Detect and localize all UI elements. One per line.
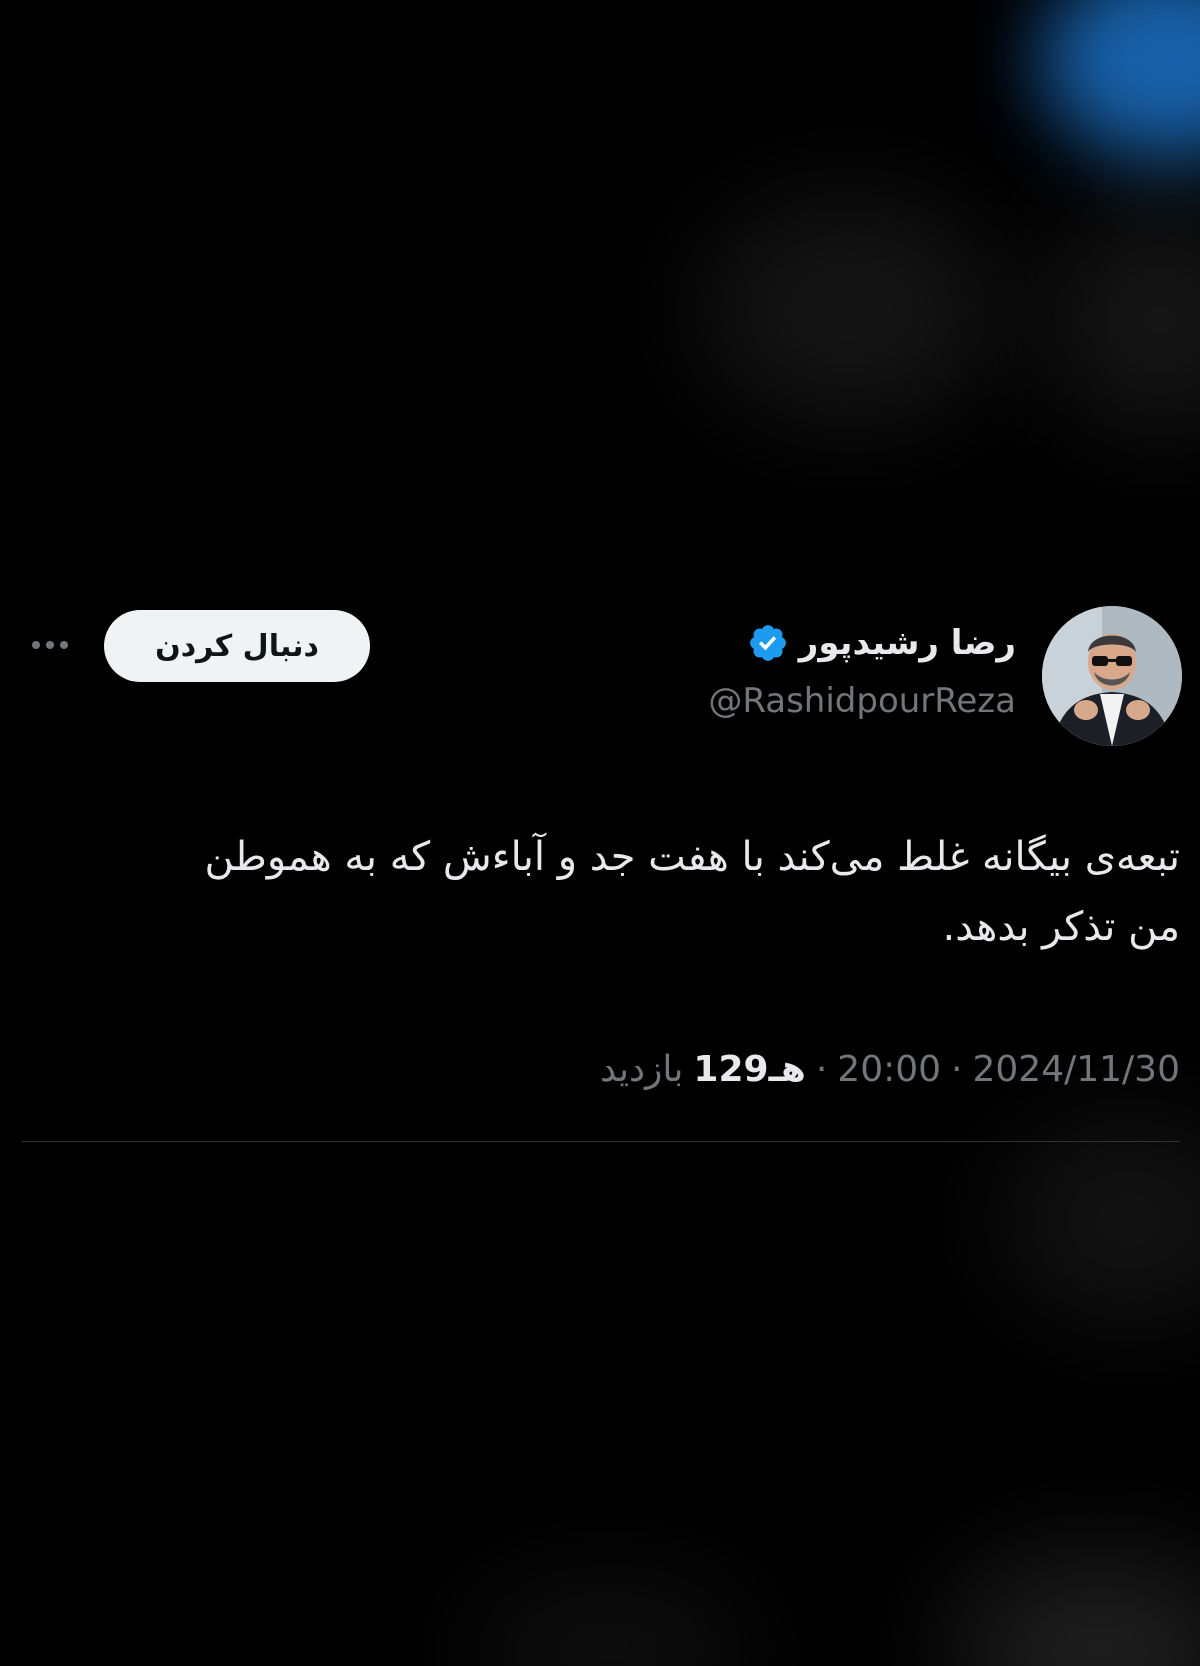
dot — [60, 641, 68, 649]
meta-separator: · — [815, 1049, 828, 1090]
tweet-date[interactable]: 2024/11/30 — [973, 1052, 1181, 1088]
divider — [22, 1141, 1180, 1142]
meta-separator: · — [951, 1049, 963, 1090]
verified-badge-icon — [749, 625, 786, 661]
tweet-time[interactable]: 20:00 — [837, 1052, 941, 1088]
background-blur — [460, 1580, 760, 1666]
display-name-row: رضا رشیدپور — [747, 622, 1016, 664]
display-name[interactable]: رضا رشیدپور — [799, 626, 1016, 660]
avatar[interactable] — [1042, 606, 1182, 746]
tweet-meta: 2024/11/30 · 20:00 · 129هـ بازدید — [600, 1052, 1180, 1088]
follow-button[interactable]: دنبال کردن — [104, 610, 370, 682]
user-handle[interactable]: @RashidpourReza — [708, 684, 1016, 718]
background-blur — [1060, 210, 1200, 430]
dot — [32, 641, 40, 649]
background-blur — [950, 1560, 1200, 1666]
background-blur — [700, 200, 1000, 420]
dot — [46, 641, 54, 649]
views-label: بازدید — [600, 1049, 684, 1090]
background-blur — [1040, 0, 1200, 160]
more-dots-icon[interactable] — [26, 630, 74, 660]
background-blur — [1000, 1120, 1200, 1320]
screenshot-page: رضا رشیدپور @RashidpourReza دنبال کردن ت… — [0, 0, 1200, 1666]
views-count: 129هـ — [693, 1049, 806, 1090]
tweet-text: تبعه‌ی بیگانه غلط می‌کند با هفت جد و آبا… — [204, 834, 1180, 950]
